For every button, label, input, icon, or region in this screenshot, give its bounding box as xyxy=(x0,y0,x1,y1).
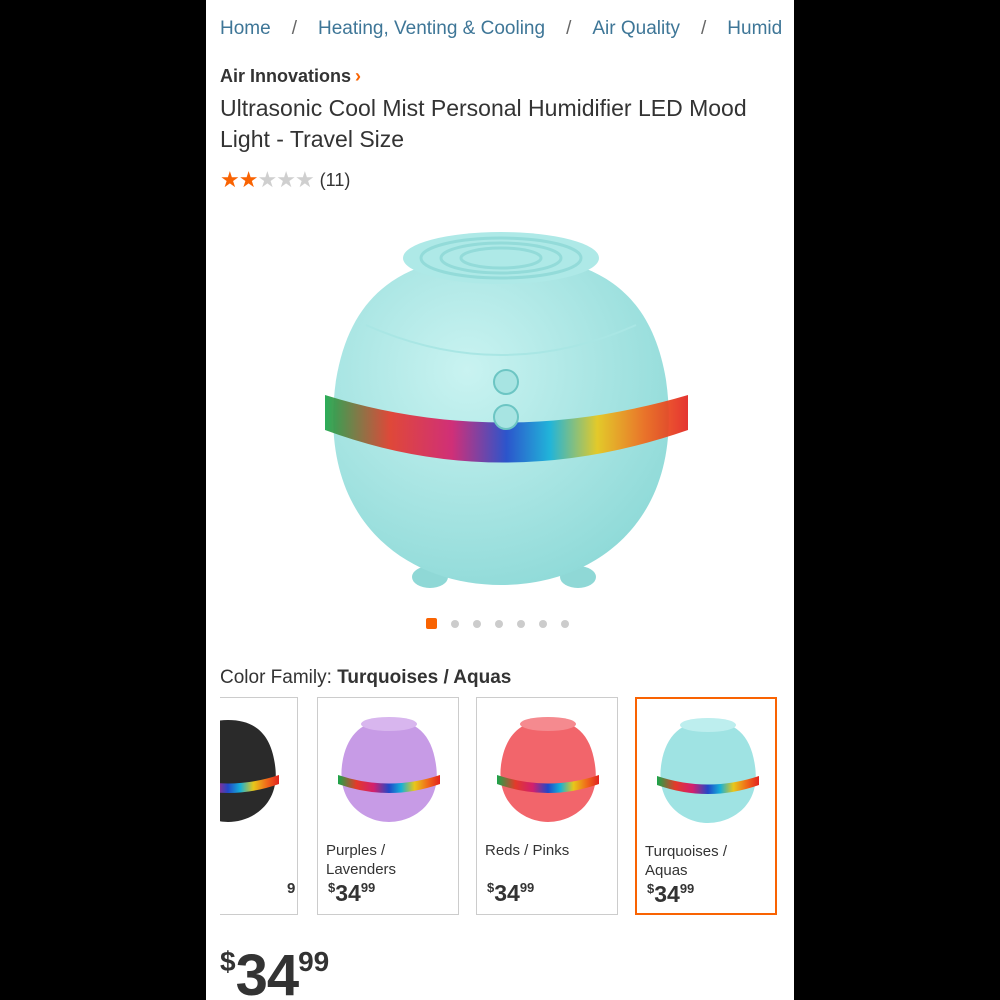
carousel-dot[interactable] xyxy=(539,619,547,628)
swatch-price: $3499 xyxy=(328,880,376,906)
swatch-name: Purples / Lavenders xyxy=(326,842,397,878)
breadcrumb-heating-venting-cooling[interactable]: Heating, Venting & Cooling xyxy=(318,18,545,40)
star-filled-icon: ★ xyxy=(238,167,259,192)
breadcrumb-separator: / xyxy=(701,18,707,39)
review-count: (11) xyxy=(319,169,351,190)
product-title: Ultrasonic Cool Mist Personal Humidifier… xyxy=(220,95,747,152)
star-filled-icon: ★ xyxy=(220,167,240,192)
swatch-thumbnail xyxy=(338,717,440,822)
rating[interactable]: ★★★★★ (11) xyxy=(220,167,350,193)
brand-name: Air Innovations xyxy=(220,66,352,86)
carousel-dot-active[interactable] xyxy=(426,618,437,630)
swatch-thumbnail xyxy=(657,718,759,823)
price-dollars: 34 xyxy=(235,943,300,1000)
color-swatches: 9 Purples / Lavenders $3499 Reds / Pinks… xyxy=(220,697,794,919)
star-empty-icon: ★ xyxy=(294,167,315,192)
image-carousel-dots xyxy=(426,615,583,630)
star-rating: ★★★★★ xyxy=(220,167,315,193)
star-empty-icon: ★ xyxy=(276,167,296,192)
breadcrumb-separator: / xyxy=(566,18,572,39)
breadcrumb-home[interactable]: Home xyxy=(220,18,271,40)
color-family-label: Color Family: Turquoises / Aquas xyxy=(220,667,511,689)
swatch-name: Reds / Pinks xyxy=(485,842,570,859)
breadcrumb: Home / Heating, Venting & Cooling / Air Qual… xyxy=(220,18,794,48)
swatch-price: 9 xyxy=(287,880,296,897)
swatch-reds-pinks[interactable]: Reds / Pinks $3499 xyxy=(476,697,618,915)
carousel-dot[interactable] xyxy=(473,619,481,628)
carousel-dot[interactable] xyxy=(517,619,525,628)
product-page: Home / Heating, Venting & Cooling / Air Qual… xyxy=(206,0,794,1000)
breadcrumb-humidifiers[interactable]: Humid xyxy=(727,18,782,40)
swatch-price: $3499 xyxy=(647,881,695,907)
carousel-dot[interactable] xyxy=(451,619,459,628)
breadcrumb-separator: / xyxy=(291,18,297,39)
swatch-turquoises-aquas[interactable]: Turquoises / Aquas $3499 xyxy=(635,697,777,915)
price-cents: 99 xyxy=(298,946,330,977)
star-empty-icon: ★ xyxy=(257,167,277,192)
swatch-name: Turquoises / Aquas xyxy=(645,843,727,879)
price-currency: $ xyxy=(220,946,236,977)
carousel-dot[interactable] xyxy=(495,619,503,628)
breadcrumb-air-quality[interactable]: Air Quality xyxy=(592,18,680,40)
brand-link[interactable]: Air Innovations › xyxy=(220,66,361,87)
swatch-purples-lavenders[interactable]: Purples / Lavenders $3499 xyxy=(317,697,459,915)
swatch-black[interactable]: 9 xyxy=(220,697,298,915)
color-family-selected: Turquoises / Aquas xyxy=(337,667,512,688)
product-image[interactable] xyxy=(306,220,696,600)
swatch-thumbnail xyxy=(220,720,279,822)
color-family-heading: Color Family: xyxy=(220,667,332,688)
swatch-price: $3499 xyxy=(487,880,535,906)
carousel-dot[interactable] xyxy=(561,619,569,628)
product-price: $3499 xyxy=(220,942,329,1000)
chevron-right-icon: › xyxy=(355,66,362,86)
swatch-thumbnail xyxy=(497,717,599,822)
